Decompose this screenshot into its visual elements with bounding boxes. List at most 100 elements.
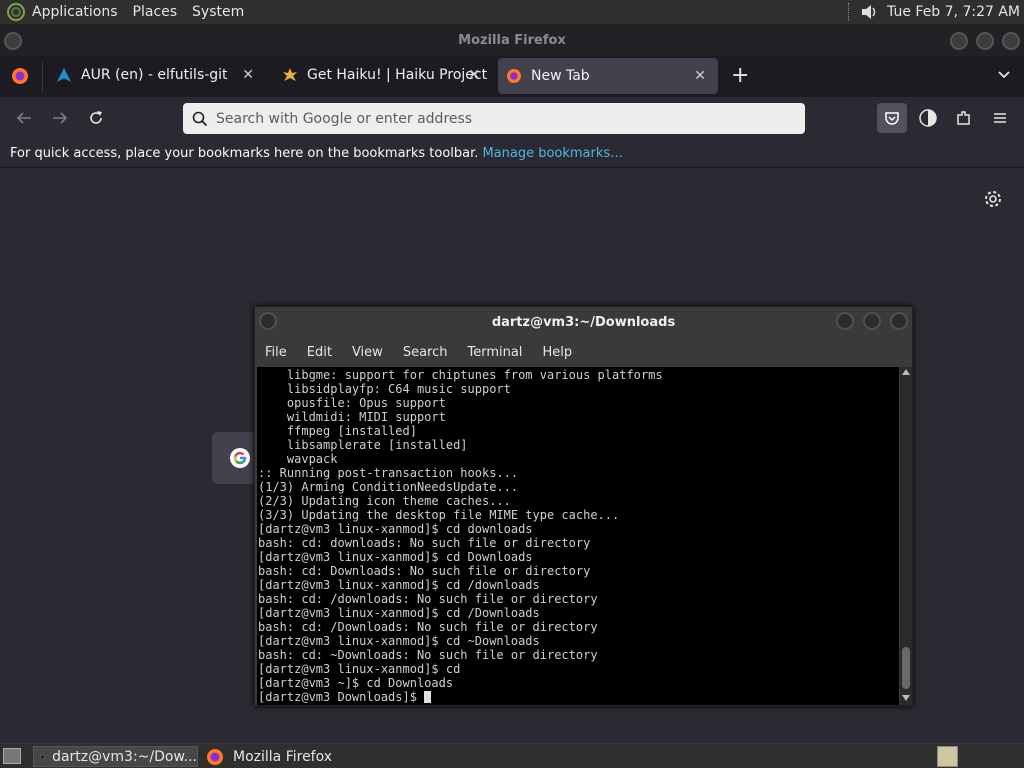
terminal-line: (3/3) Updating the desktop file MIME typ…: [258, 508, 620, 522]
close-icon[interactable]: ✕: [694, 68, 706, 84]
search-icon: [192, 111, 208, 126]
terminal-line: libgme: support for chiptunes from vario…: [258, 368, 663, 382]
terminal-line: :: Running post-transaction hooks...: [258, 466, 519, 480]
maximize-button[interactable]: [976, 32, 994, 50]
terminal-titlebar[interactable]: dartz@vm3:~/Downloads: [255, 307, 912, 337]
distro-logo-icon[interactable]: [6, 2, 26, 22]
terminal-menu-help[interactable]: Help: [542, 345, 572, 360]
extensions-icon[interactable]: [953, 107, 975, 129]
minimize-button[interactable]: [950, 32, 968, 50]
terminal-line: bash: cd: /Downloads: No such file or di…: [258, 620, 598, 634]
terminal-line: libsamplerate [installed]: [258, 438, 468, 452]
terminal-maximize-button[interactable]: [863, 312, 881, 330]
menu-applications[interactable]: Applications: [32, 4, 118, 20]
terminal-line: [dartz@vm3 linux-xanmod]$ cd /Downloads: [258, 606, 540, 620]
panel-separator: [848, 3, 851, 21]
terminal-prompt[interactable]: [dartz@vm3 Downloads]$: [258, 690, 899, 704]
terminal-line: (2/3) Updating icon theme caches...: [258, 494, 511, 508]
terminal-line: bash: cd: downloads: No such file or dir…: [258, 536, 591, 550]
tab-label: New Tab: [531, 68, 590, 84]
terminal-menu-view[interactable]: View: [352, 345, 383, 360]
firefox-titlebar[interactable]: Mozilla Firefox: [0, 24, 1024, 56]
terminal-line: [dartz@vm3 linux-xanmod]$ cd downloads: [258, 522, 533, 536]
tab-label: AUR (en) - elfutils-git: [81, 67, 228, 83]
taskbar-item-firefox[interactable]: Mozilla Firefox: [204, 746, 404, 767]
terminal-menubar: File Edit View Search Terminal Help: [255, 337, 912, 367]
tab-new-tab[interactable]: New Tab ✕: [498, 58, 718, 94]
terminal-minimize-button[interactable]: [836, 312, 854, 330]
terminal-line: bash: cd: /downloads: No such file or di…: [258, 592, 598, 606]
scrollbar-thumb[interactable]: [902, 647, 910, 689]
terminal-line: [dartz@vm3 linux-xanmod]$ cd ~Downloads: [258, 634, 540, 648]
terminal-line: (1/3) Arming ConditionNeedsUpdate...: [258, 480, 519, 494]
show-desktop-icon[interactable]: [3, 748, 21, 764]
top-panel: Applications Places System Tue Feb 7, 7:…: [0, 0, 1024, 24]
prompt-text: [dartz@vm3 Downloads]$: [258, 690, 425, 704]
taskbar-label: Mozilla Firefox: [233, 748, 333, 765]
terminal-line: ffmpeg [installed]: [258, 424, 417, 438]
firefox-icon: [507, 69, 521, 83]
url-bar[interactable]: Search with Google or enter address: [183, 103, 805, 134]
terminal-line: [dartz@vm3 linux-xanmod]$ cd: [258, 662, 461, 676]
firefox-view-icon[interactable]: [11, 67, 29, 85]
bookmarks-toolbar: For quick access, place your bookmarks h…: [0, 139, 1024, 168]
close-icon[interactable]: ✕: [242, 67, 254, 83]
scroll-down-arrow-icon[interactable]: [902, 695, 910, 701]
google-icon: [230, 448, 250, 468]
tab-aur[interactable]: AUR (en) - elfutils-git ✕: [56, 56, 266, 94]
clock[interactable]: Tue Feb 7, 7:27 AM: [887, 4, 1020, 20]
pocket-icon[interactable]: [877, 103, 907, 133]
terminal-window-menu-button[interactable]: [259, 312, 277, 330]
terminal-close-button[interactable]: [890, 312, 908, 330]
tab-haiku[interactable]: Get Haiku! | Haiku Project ✕: [282, 56, 492, 94]
tab-label: Get Haiku! | Haiku Project: [307, 67, 488, 83]
terminal-title: dartz@vm3:~/Downloads: [491, 314, 676, 330]
arch-icon: [57, 68, 71, 82]
terminal-line: bash: cd: ~Downloads: No such file or di…: [258, 648, 598, 662]
back-arrow-icon[interactable]: [13, 107, 35, 129]
terminal-line: [dartz@vm3 linux-xanmod]$ cd /downloads: [258, 578, 540, 592]
menu-places[interactable]: Places: [133, 4, 178, 20]
workspace-switcher-icon[interactable]: [937, 746, 958, 767]
terminal-menu-terminal[interactable]: Terminal: [467, 345, 522, 360]
close-window-button[interactable]: [1002, 32, 1020, 50]
bookmarks-hint: For quick access, place your bookmarks h…: [10, 145, 479, 161]
manage-bookmarks-link[interactable]: Manage bookmarks…: [482, 146, 623, 161]
terminal-line: bash: cd: Downloads: No such file or dir…: [258, 564, 591, 578]
scroll-up-arrow-icon[interactable]: [902, 369, 910, 375]
taskbar-label: dartz@vm3:~/Dow...: [52, 748, 197, 765]
tab-bar: AUR (en) - elfutils-git ✕ Get Haiku! | H…: [0, 56, 1024, 97]
cursor: [424, 691, 432, 703]
settings-gear-icon[interactable]: [983, 189, 1003, 213]
terminal-menu-file[interactable]: File: [265, 345, 287, 360]
terminal-line: libsidplayfp: C64 music support: [258, 382, 511, 396]
terminal-menu-search[interactable]: Search: [403, 345, 448, 360]
terminal-scrollbar[interactable]: [900, 367, 912, 705]
close-icon[interactable]: ✕: [468, 67, 480, 83]
firefox-icon: [207, 748, 223, 765]
new-tab-plus-icon[interactable]: +: [731, 63, 749, 88]
forward-arrow-icon[interactable]: [49, 107, 71, 129]
list-all-tabs-chevron-icon[interactable]: [996, 66, 1012, 86]
bottom-panel: dartz@vm3:~/Dow... Mozilla Firefox: [0, 743, 1024, 768]
terminal-menu-edit[interactable]: Edit: [307, 345, 332, 360]
firefox-window-title: Mozilla Firefox: [458, 32, 566, 48]
window-menu-button[interactable]: [4, 32, 22, 50]
terminal-icon: [40, 754, 45, 759]
taskbar-item-terminal[interactable]: dartz@vm3:~/Dow...: [33, 746, 198, 767]
tab-divider: [42, 62, 43, 92]
terminal-line: wildmidi: MIDI support: [258, 410, 446, 424]
volume-icon[interactable]: [859, 2, 879, 22]
terminal-output[interactable]: libgme: support for chiptunes from vario…: [257, 367, 899, 705]
url-placeholder: Search with Google or enter address: [216, 110, 473, 127]
account-icon[interactable]: [917, 107, 939, 129]
terminal-line: [dartz@vm3 linux-xanmod]$ cd Downloads: [258, 550, 533, 564]
terminal-window[interactable]: dartz@vm3:~/Downloads File Edit View Sea…: [254, 306, 913, 706]
menu-system[interactable]: System: [192, 4, 244, 20]
reload-icon[interactable]: [85, 107, 107, 129]
terminal-line: wavpack: [258, 452, 338, 466]
terminal-line: opusfile: Opus support: [258, 396, 446, 410]
haiku-icon: [283, 68, 297, 81]
hamburger-menu-icon[interactable]: [989, 107, 1011, 129]
terminal-line: [dartz@vm3 ~]$ cd Downloads: [258, 676, 454, 690]
